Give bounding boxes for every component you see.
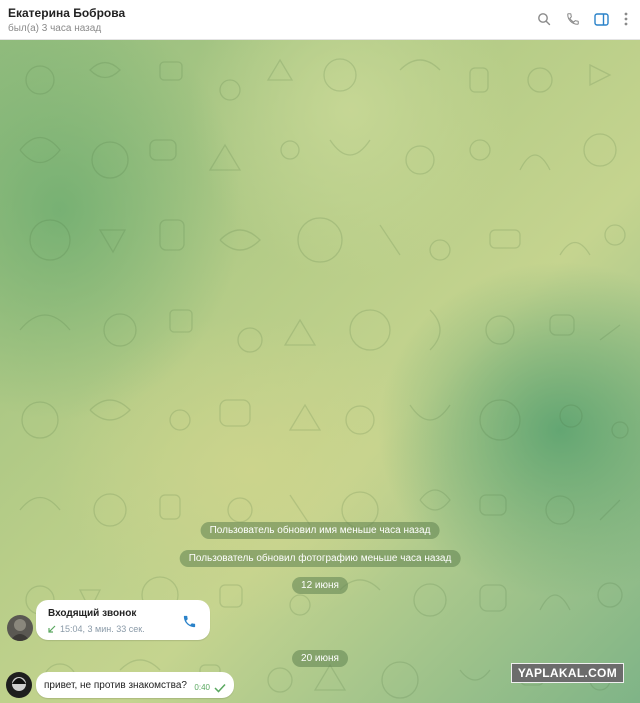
sidebar-icon[interactable] [592, 10, 610, 28]
read-check-icon [214, 680, 226, 698]
avatar[interactable] [6, 672, 32, 698]
chat-area[interactable]: Пользователь обновил имя меньше часа наз… [0, 40, 640, 703]
avatar[interactable] [7, 615, 33, 641]
watermark: YAPLAKAL.COM [510, 663, 624, 683]
search-icon[interactable] [535, 10, 553, 28]
message-time: 0:40 [194, 683, 210, 692]
chat-header: Екатерина Боброва был(а) 3 часа назад [0, 0, 640, 40]
date-separator: 12 июня [292, 577, 348, 594]
call-back-icon[interactable] [180, 612, 198, 630]
outgoing-message[interactable]: привет, не против знакомства? 0:40 [36, 672, 234, 698]
incoming-arrow-icon [48, 625, 56, 633]
call-meta: 15:04, 3 мин. 33 сек. [60, 624, 145, 634]
service-message-photo: Пользователь обновил фотографию меньше ч… [179, 550, 461, 567]
call-title: Входящий звонок [48, 608, 137, 619]
phone-icon[interactable] [564, 10, 582, 28]
message-text: привет, не против знакомства? [44, 680, 187, 691]
date-separator: 20 июня [292, 650, 348, 667]
service-message-name: Пользователь обновил имя меньше часа наз… [200, 522, 440, 539]
more-icon[interactable] [617, 10, 635, 28]
incoming-call-message[interactable]: Входящий звонок 15:04, 3 мин. 33 сек. [36, 600, 210, 640]
contact-name[interactable]: Екатерина Боброва [8, 6, 125, 20]
last-seen-status: был(а) 3 часа назад [8, 23, 102, 34]
